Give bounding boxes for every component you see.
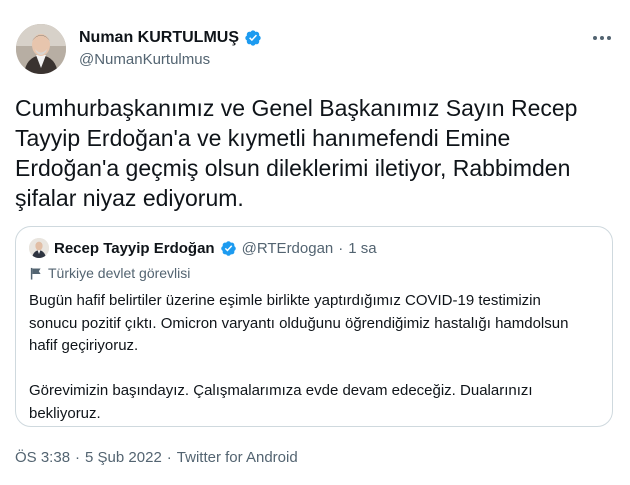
quoted-tweet[interactable]: Recep Tayyip Erdoğan @RTErdogan · 1 sa T… [15, 226, 613, 427]
author-avatar[interactable] [16, 24, 66, 74]
footer-separator: · [166, 449, 172, 466]
quoted-author-handle: @RTErdogan [241, 239, 334, 257]
tweet-text: Cumhurbaşkanımız ve Genel Başkanımız Say… [15, 95, 578, 211]
quoted-author-name: Recep Tayyip Erdoğan [54, 239, 215, 257]
quoted-header: Recep Tayyip Erdoğan @RTErdogan · 1 sa [29, 238, 377, 258]
tweet: Numan KURTULMUŞ @NumanKurtulmus Cumhurba… [0, 0, 630, 485]
tweet-date[interactable]: 5 Şub 2022 [85, 449, 162, 466]
footer-separator: · [75, 449, 81, 466]
government-label: Türkiye devlet görevlisi [29, 265, 190, 281]
tweet-footer: ÖS 3:38 · 5 Şub 2022 · Twitter for Andro… [15, 449, 298, 466]
quoted-verified-badge-icon [220, 240, 236, 256]
tweet-time[interactable]: ÖS 3:38 [15, 449, 70, 466]
government-label-text: Türkiye devlet görevlisi [48, 265, 191, 281]
tweet-source[interactable]: Twitter for Android [177, 449, 298, 466]
quoted-separator: · [338, 239, 344, 257]
verified-badge-icon [245, 30, 261, 46]
author-name-row: Numan KURTULMUŞ [79, 29, 262, 47]
author-handle[interactable]: @NumanKurtulmus [79, 51, 210, 68]
quoted-timestamp: 1 sa [348, 239, 377, 257]
author-name[interactable]: Numan KURTULMUŞ [79, 29, 239, 47]
flag-icon [30, 267, 41, 280]
more-icon[interactable] [588, 26, 616, 50]
quoted-text: Bugün hafif belirtiler üzerine eşimle bi… [29, 292, 569, 422]
quoted-avatar [29, 238, 49, 258]
